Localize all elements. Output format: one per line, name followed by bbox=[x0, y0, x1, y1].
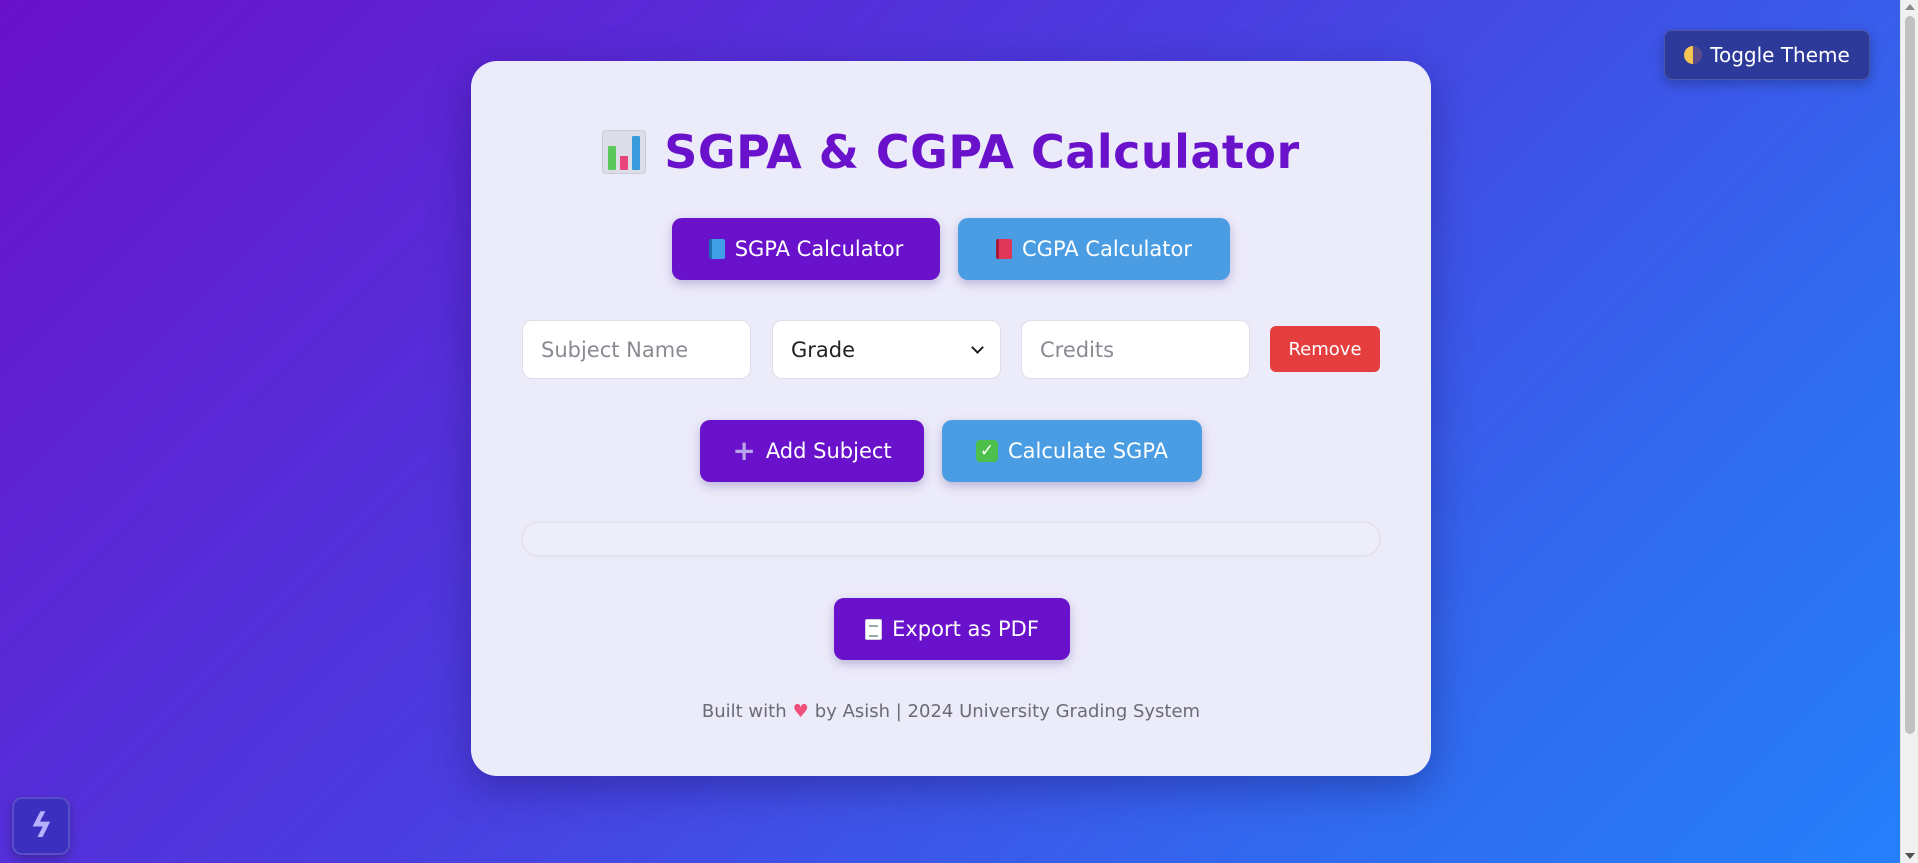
tab-cgpa-calculator[interactable]: CGPA Calculator bbox=[958, 218, 1230, 280]
export-pdf-label: Export as PDF bbox=[892, 617, 1039, 641]
title-row: SGPA & CGPA Calculator bbox=[471, 117, 1431, 187]
grade-select-value: Grade bbox=[791, 337, 856, 362]
footer-built-with: Built with bbox=[701, 701, 787, 722]
calculate-sgpa-label: Calculate SGPA bbox=[1007, 439, 1169, 463]
heart-icon: ♥ bbox=[792, 701, 809, 722]
tab-sgpa-calculator[interactable]: SGPA Calculator bbox=[672, 218, 940, 280]
add-subject-button[interactable]: + Add Subject bbox=[700, 420, 924, 482]
grade-select[interactable]: Grade bbox=[772, 320, 1001, 379]
scroll-up-icon[interactable] bbox=[1905, 4, 1915, 10]
remove-subject-button[interactable]: Remove bbox=[1270, 326, 1380, 372]
calculate-sgpa-button[interactable]: ✓ Calculate SGPA bbox=[942, 420, 1202, 482]
result-display bbox=[521, 521, 1381, 557]
scroll-down-icon[interactable] bbox=[1905, 853, 1915, 859]
bolt-logo-icon: ϟ bbox=[26, 806, 56, 846]
check-icon: ✓ bbox=[975, 440, 998, 462]
calculator-card: SGPA & CGPA Calculator SGPA Calculator C… bbox=[471, 61, 1431, 776]
remove-label: Remove bbox=[1288, 338, 1362, 360]
toggle-theme-label: Toggle Theme bbox=[1710, 43, 1850, 67]
export-pdf-button[interactable]: Export as PDF bbox=[834, 598, 1070, 660]
plus-icon: + bbox=[732, 434, 756, 467]
tab-cgpa-label: CGPA Calculator bbox=[1022, 237, 1192, 261]
document-icon bbox=[865, 618, 883, 640]
page-title: SGPA & CGPA Calculator bbox=[664, 125, 1300, 179]
toggle-theme-button[interactable]: Toggle Theme bbox=[1664, 30, 1870, 80]
bar-chart-icon bbox=[602, 130, 647, 174]
subject-name-input[interactable] bbox=[522, 320, 751, 379]
footer-by-text: by Asish | 2024 University Grading Syste… bbox=[814, 701, 1201, 722]
half-moon-icon bbox=[1684, 46, 1703, 64]
red-book-icon bbox=[996, 239, 1013, 259]
page-scrollbar[interactable] bbox=[1900, 0, 1918, 863]
credits-input[interactable] bbox=[1021, 320, 1250, 379]
add-subject-label: Add Subject bbox=[765, 439, 892, 463]
tab-sgpa-label: SGPA Calculator bbox=[734, 237, 904, 261]
chevron-down-icon bbox=[971, 340, 984, 354]
footer-credit: Built with ♥ by Asish | 2024 University … bbox=[471, 701, 1431, 722]
blue-book-icon bbox=[708, 239, 725, 259]
bolt-logo-button[interactable]: ϟ bbox=[12, 797, 70, 855]
scrollbar-thumb[interactable] bbox=[1905, 16, 1915, 734]
